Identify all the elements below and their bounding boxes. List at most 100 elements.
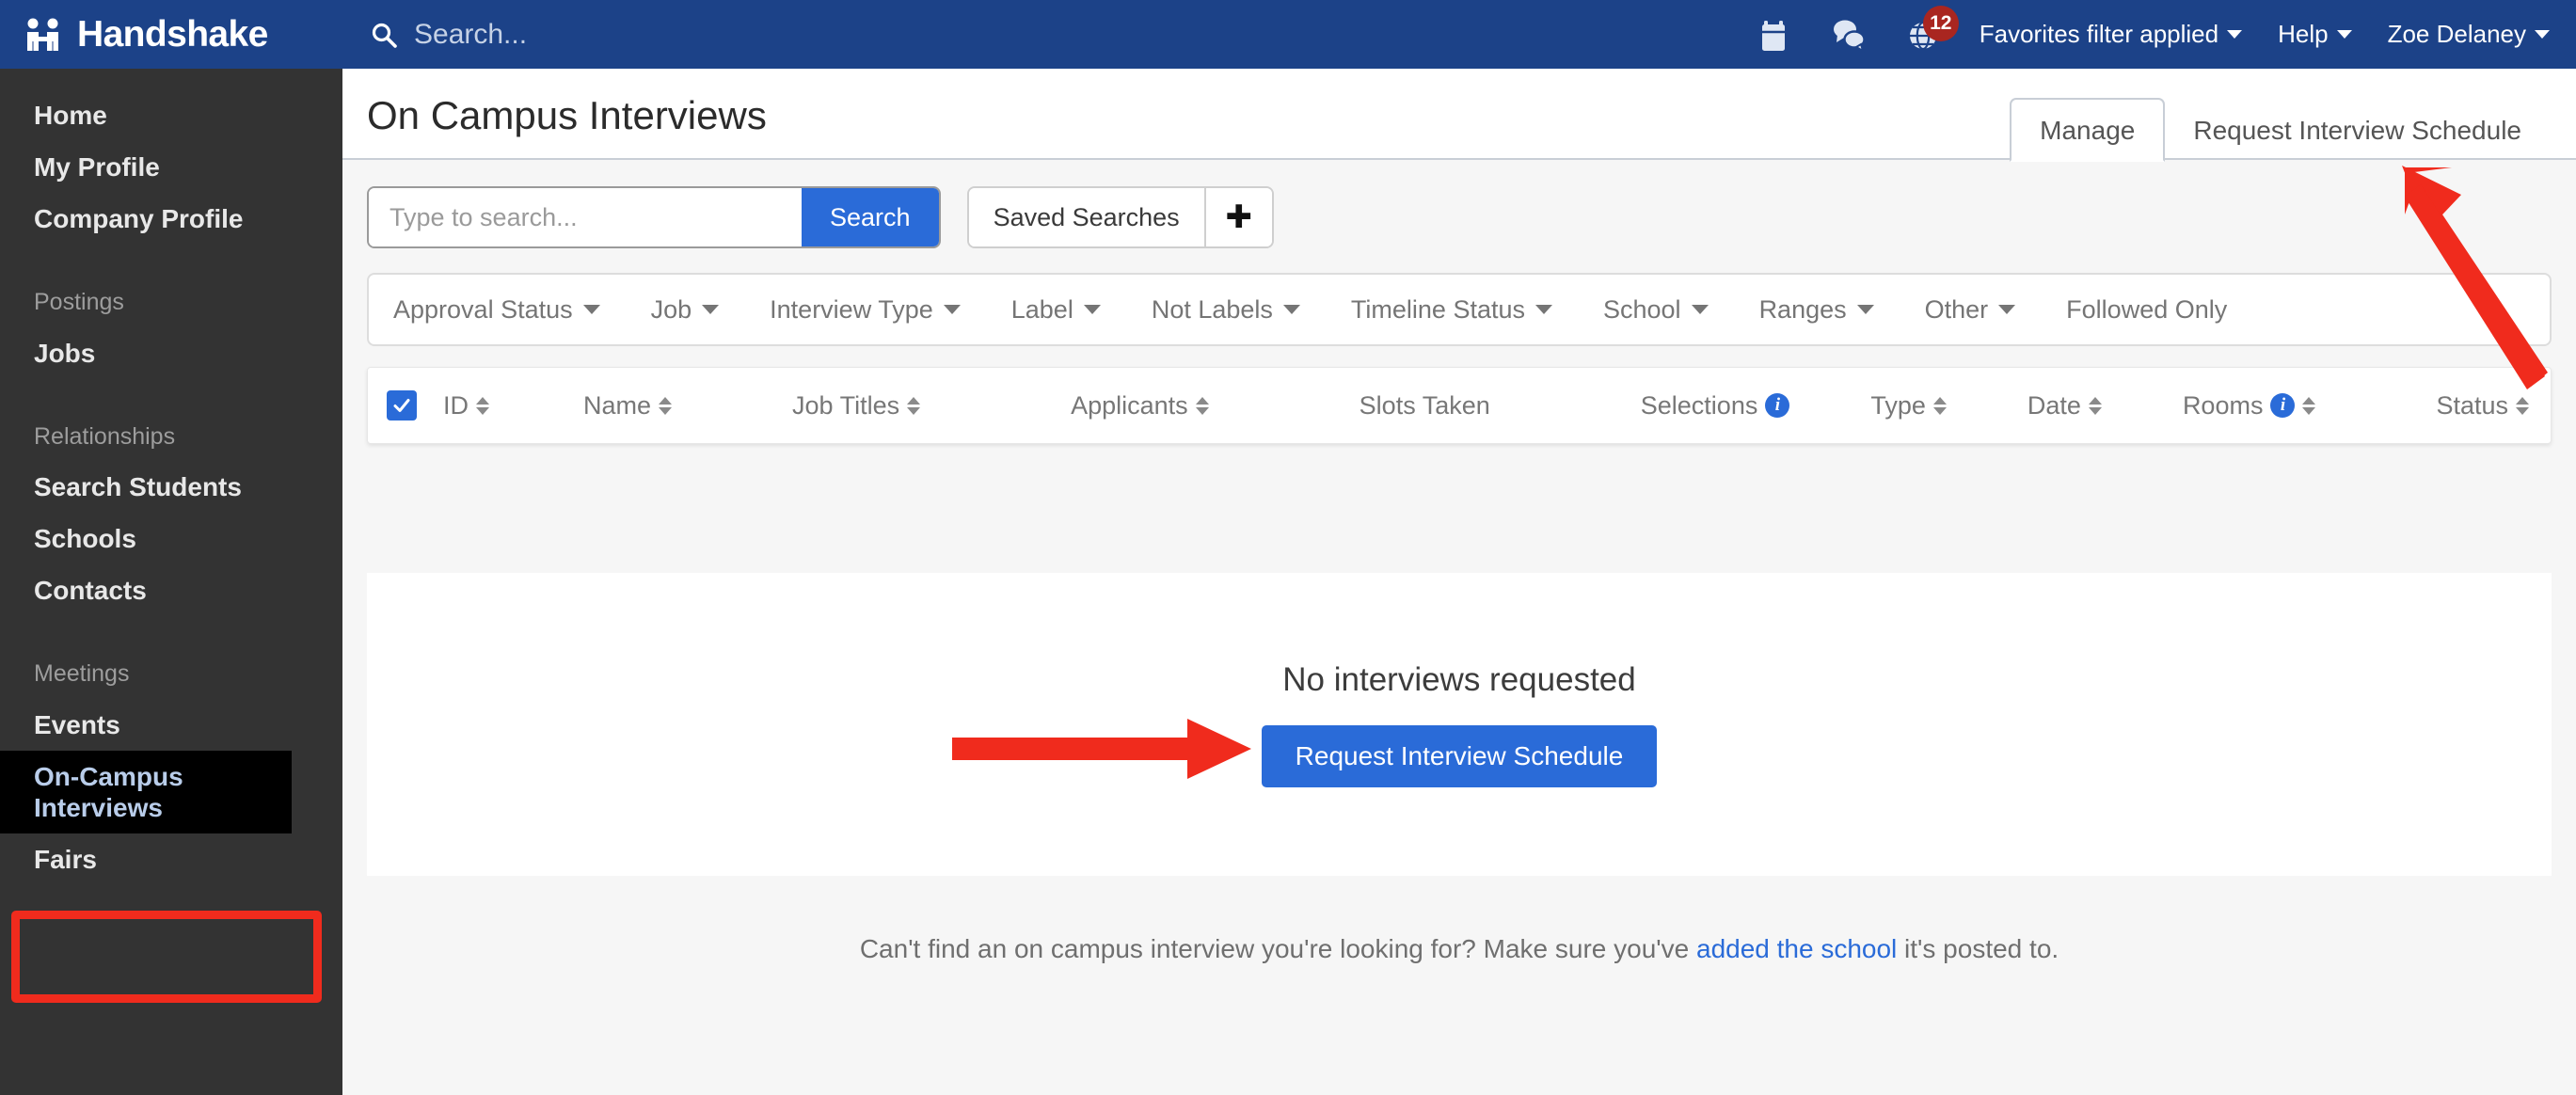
help-label: Help [2278, 20, 2329, 48]
filter-label: School [1603, 294, 1681, 324]
chevron-down-icon [702, 305, 720, 314]
sort-icon[interactable] [1932, 396, 1947, 415]
column-label: Name [583, 390, 652, 420]
sidebar-item-company-profile[interactable]: Company Profile [0, 193, 342, 245]
column-header-selections[interactable]: Selections i [1641, 391, 1790, 421]
app-root: Handshake Search... 12 Favorites filter … [0, 0, 2576, 1095]
chat-bubbles-icon[interactable] [1829, 15, 1868, 55]
sidebar-item-schools[interactable]: Schools [0, 513, 342, 564]
filter-label: Not Labels [1151, 294, 1273, 324]
main-content: On Campus Interviews Manage Request Inte… [342, 69, 2576, 1095]
filter-other[interactable]: Other [1925, 295, 2016, 325]
globe-icon[interactable]: 12 [1904, 5, 1959, 55]
chevron-down-icon [582, 305, 600, 314]
content-area: Search Saved Searches ✚ Approval Status … [342, 160, 2576, 444]
empty-state-title: No interviews requested [1282, 661, 1636, 698]
user-menu[interactable]: Zoe Delaney [2388, 20, 2550, 49]
help-menu[interactable]: Help [2278, 20, 2352, 49]
filter-label: Label [1010, 294, 1073, 324]
chevron-down-icon [1998, 305, 2016, 314]
favorites-filter-label: Favorites filter applied [1979, 20, 2219, 48]
column-label: Rooms [2182, 390, 2264, 420]
calendar-icon[interactable] [1754, 15, 1793, 55]
sidebar-item-on-campus-interviews[interactable]: On-Campus Interviews [0, 750, 292, 833]
added-the-school-link[interactable]: added the school [1696, 934, 1897, 963]
sort-icon[interactable] [659, 396, 673, 415]
search-combo: Search [367, 186, 941, 248]
column-label: Date [2027, 390, 2081, 420]
column-header-type[interactable]: Type [1870, 391, 1947, 421]
column-header-status[interactable]: Status [2436, 390, 2530, 421]
info-icon[interactable]: i [2270, 393, 2296, 418]
column-header-id[interactable]: ID [443, 391, 489, 421]
column-header-job-titles[interactable]: Job Titles [792, 390, 921, 421]
filter-not-labels[interactable]: Not Labels [1152, 295, 1300, 325]
page-tabs: Manage Request Interview Schedule [2010, 98, 2550, 162]
column-header-name[interactable]: Name [583, 390, 673, 421]
column-header-applicants[interactable]: Applicants [1071, 391, 1209, 421]
chevron-down-icon [2227, 30, 2243, 39]
search-button[interactable]: Search [802, 188, 939, 246]
top-nav-actions: 12 Favorites filter applied Help Zoe Del… [1754, 5, 2576, 55]
filter-approval-status[interactable]: Approval Status [393, 295, 600, 325]
filter-ranges[interactable]: Ranges [1759, 295, 1874, 325]
column-label: Status [2436, 390, 2509, 420]
chevron-down-icon [1691, 305, 1709, 314]
saved-searches-combo: Saved Searches ✚ [966, 186, 1274, 248]
sort-icon[interactable] [2088, 396, 2102, 415]
column-label: Job Titles [792, 390, 900, 420]
info-icon[interactable]: i [1765, 393, 1790, 418]
column-label: ID [443, 390, 469, 420]
filter-timeline-status[interactable]: Timeline Status [1351, 295, 1552, 325]
plus-icon[interactable]: ✚ [1203, 188, 1272, 246]
results-table-header: ID Name Job Titles Applicants Slots Take [367, 367, 2552, 444]
sidebar-item-contacts[interactable]: Contacts [0, 564, 342, 616]
search-icon [371, 22, 397, 48]
chevron-down-icon [943, 305, 961, 314]
page-header: On Campus Interviews Manage Request Inte… [342, 69, 2576, 162]
sidebar-item-my-profile[interactable]: My Profile [0, 141, 342, 193]
brand-home-link[interactable]: Handshake [0, 0, 342, 69]
column-label: Applicants [1071, 390, 1188, 420]
column-label: Slots Taken [1359, 390, 1490, 420]
page-title: On Campus Interviews [367, 93, 767, 137]
favorites-filter-menu[interactable]: Favorites filter applied [1979, 20, 2243, 49]
filter-interview-type[interactable]: Interview Type [770, 295, 961, 325]
sort-icon[interactable] [476, 396, 489, 415]
global-search[interactable]: Search... [371, 19, 527, 51]
sort-icon[interactable] [1195, 396, 1209, 415]
filter-label[interactable]: Label [1011, 295, 1101, 325]
filter-label: Interview Type [770, 294, 933, 324]
sort-icon[interactable] [2302, 396, 2316, 415]
filter-label: Timeline Status [1350, 294, 1525, 324]
column-header-date[interactable]: Date [2027, 391, 2102, 421]
filter-followed-only[interactable]: Followed Only [2066, 295, 2227, 325]
request-interview-schedule-button[interactable]: Request Interview Schedule [1261, 725, 1658, 787]
filter-job[interactable]: Job [651, 295, 720, 325]
column-label: Selections [1640, 390, 1758, 420]
filter-bar: Approval Status Job Interview Type Label… [367, 273, 2552, 346]
column-header-rooms[interactable]: Rooms i [2183, 391, 2316, 421]
footer-text-after: it's posted to. [1897, 934, 2059, 963]
column-label: Type [1870, 390, 1926, 420]
tab-request-interview-schedule[interactable]: Request Interview Schedule [2165, 100, 2550, 160]
search-input[interactable] [369, 188, 802, 246]
footer-help-note: Can't find an on campus interview you're… [342, 934, 2576, 964]
sidebar-item-jobs[interactable]: Jobs [0, 327, 342, 379]
top-navigation-bar: Handshake Search... 12 Favorites filter … [0, 0, 2576, 69]
tab-manage[interactable]: Manage [2010, 98, 2166, 162]
filter-label: Job [650, 294, 692, 324]
global-search-placeholder: Search... [414, 18, 528, 50]
sidebar-item-fairs[interactable]: Fairs [0, 833, 342, 885]
filter-school[interactable]: School [1603, 295, 1709, 325]
sidebar-item-search-students[interactable]: Search Students [0, 461, 342, 513]
saved-searches-button[interactable]: Saved Searches [968, 188, 1204, 246]
column-header-slots-taken: Slots Taken [1360, 391, 1490, 421]
chevron-down-icon [1856, 305, 1874, 314]
sidebar-item-events[interactable]: Events [0, 699, 342, 751]
chevron-down-icon [2336, 30, 2352, 39]
select-all-checkbox[interactable] [387, 390, 417, 421]
sidebar-item-home[interactable]: Home [0, 89, 342, 141]
sort-icon[interactable] [907, 396, 921, 415]
sort-icon[interactable] [2516, 396, 2530, 415]
